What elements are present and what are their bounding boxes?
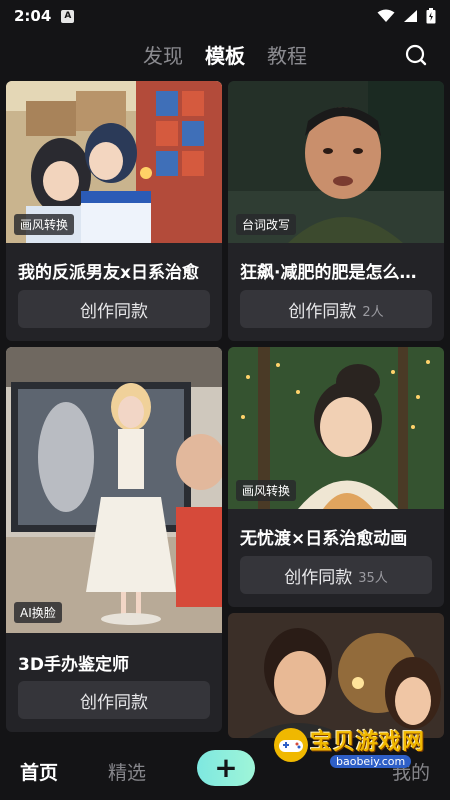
template-card[interactable]: [228, 613, 444, 738]
battery-icon: [426, 8, 436, 24]
tab-templates[interactable]: 模板: [205, 40, 245, 69]
create-same-button[interactable]: 创作同款 35人: [240, 556, 432, 594]
watermark: 宝贝游戏网 baobeiy.com: [272, 724, 442, 782]
create-same-label: 创作同款: [80, 692, 148, 713]
create-same-label: 创作同款: [288, 301, 357, 322]
gamepad-logo-icon: [274, 728, 308, 762]
card-title: 我的反派男友x日系治愈: [18, 263, 199, 283]
create-same-button[interactable]: 创作同款: [18, 290, 210, 328]
template-thumbnail: [228, 613, 444, 738]
template-card[interactable]: AI换脸 3D手办鉴定师 创作同款: [6, 347, 222, 732]
signal-icon: [404, 10, 417, 22]
template-thumbnail: [6, 347, 222, 633]
watermark-title: 宝贝游戏网: [310, 730, 426, 755]
card-tag: 画风转换: [236, 480, 297, 501]
card-tag: 台词改写: [236, 214, 297, 235]
card-title: 3D手办鉴定师: [18, 655, 129, 675]
plus-icon: +: [214, 751, 238, 784]
bottom-nav: 首页 精选 + 我的 宝贝游戏网 baobeiy.com: [0, 728, 450, 800]
create-same-label: 创作同款: [284, 567, 353, 588]
create-same-label: 创作同款: [80, 301, 148, 322]
user-count: 2人: [362, 304, 384, 320]
create-same-button[interactable]: 创作同款: [18, 681, 210, 719]
template-card[interactable]: 画风转换 我的反派男友x日系治愈 创作同款: [6, 81, 222, 341]
card-tag: 画风转换: [14, 214, 75, 235]
user-count: 35人: [358, 570, 388, 586]
nav-home[interactable]: 首页: [20, 758, 58, 785]
status-time: 2:04: [14, 7, 52, 25]
search-icon[interactable]: [404, 43, 428, 67]
template-card[interactable]: 台词改写 狂飙·减肥的肥是怎么… 创作同款 2人: [228, 81, 444, 341]
wifi-icon: [377, 9, 395, 22]
card-tag: AI换脸: [14, 602, 62, 623]
status-icons: [377, 8, 436, 24]
tab-discover[interactable]: 发现: [143, 40, 183, 69]
create-same-button[interactable]: 创作同款 2人: [240, 290, 432, 328]
card-title: 狂飙·减肥的肥是怎么…: [240, 263, 417, 283]
top-tabs: 发现 模板 教程: [0, 32, 450, 76]
create-button[interactable]: +: [197, 750, 255, 786]
nav-featured[interactable]: 精选: [108, 758, 146, 785]
app-notification-icon: A: [61, 9, 75, 23]
status-bar: 2:04 A: [0, 0, 450, 32]
template-card[interactable]: 画风转换 无忧渡×日系治愈动画 创作同款 35人: [228, 347, 444, 607]
card-title: 无忧渡×日系治愈动画: [240, 529, 408, 549]
tab-tutorials[interactable]: 教程: [267, 40, 307, 69]
watermark-url: baobeiy.com: [330, 755, 412, 768]
